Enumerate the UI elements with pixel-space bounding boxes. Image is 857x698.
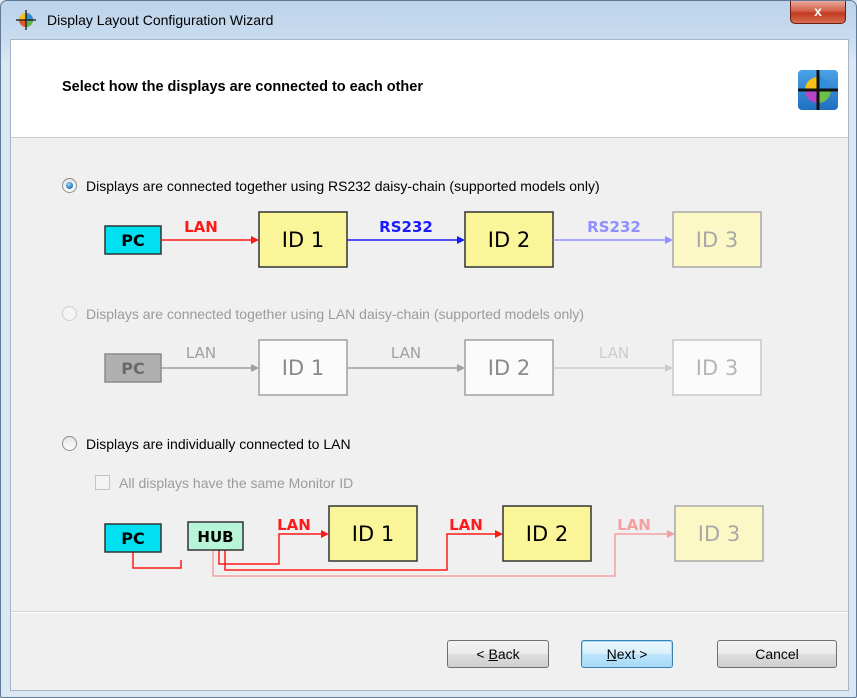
pc-label: PC xyxy=(121,231,144,250)
footer-divider-highlight xyxy=(11,612,848,613)
cancel-button-label: Cancel xyxy=(755,646,799,662)
radio-lan-daisy[interactable] xyxy=(62,306,77,321)
link-label: LAN xyxy=(184,218,218,236)
radio-individual-lan[interactable] xyxy=(62,436,77,451)
same-monitor-id-label: All displays have the same Monitor ID xyxy=(119,475,354,491)
diagram-individual-lan: PC HUB LAN ID 1 LAN ID 2 LAN ID 3 xyxy=(104,505,764,577)
cancel-button[interactable]: Cancel xyxy=(717,640,837,668)
display-label: ID 3 xyxy=(696,356,738,380)
display-label: ID 1 xyxy=(352,522,394,546)
link-label: RS232 xyxy=(587,218,641,236)
radio-rs232[interactable] xyxy=(62,178,77,193)
link-label: RS232 xyxy=(379,218,433,236)
same-monitor-id-checkbox[interactable] xyxy=(95,475,110,490)
pc-label: PC xyxy=(121,359,144,378)
close-icon: x xyxy=(814,3,822,19)
title-bar[interactable]: Display Layout Configuration Wizard x xyxy=(1,1,856,39)
pc-label: PC xyxy=(121,529,144,548)
option-lan-daisy-label: Displays are connected together using LA… xyxy=(86,306,585,322)
link-label: LAN xyxy=(617,516,651,534)
diagram-rs232: PC LAN ID 1 RS232 ID 2 RS232 ID 3 xyxy=(104,211,762,268)
app-icon xyxy=(16,10,36,30)
wizard-window: Display Layout Configuration Wizard x Se… xyxy=(0,0,857,698)
next-button-mnemonic: N xyxy=(606,646,617,662)
link-label: LAN xyxy=(391,344,421,362)
link-label: LAN xyxy=(186,344,216,362)
same-monitor-id-option[interactable]: All displays have the same Monitor ID xyxy=(95,475,353,491)
wizard-body: Select how the displays are connected to… xyxy=(10,39,849,691)
link-label: LAN xyxy=(449,516,483,534)
close-button[interactable]: x xyxy=(790,1,846,24)
option-rs232-label: Displays are connected together using RS… xyxy=(86,178,600,194)
display-label: ID 1 xyxy=(282,356,324,380)
back-button-prefix: < xyxy=(476,646,489,662)
back-button[interactable]: < Back xyxy=(447,640,549,668)
option-lan-daisy-chain[interactable]: Displays are connected together using LA… xyxy=(62,306,584,322)
back-button-mnemonic: B xyxy=(488,646,498,662)
display-label: ID 1 xyxy=(282,228,324,252)
page-title: Select how the displays are connected to… xyxy=(62,79,423,95)
next-button-label: ext > xyxy=(616,646,648,662)
option-individual-lan-label: Displays are individually connected to L… xyxy=(86,436,351,452)
color-wheel-icon xyxy=(798,70,838,110)
link-label: LAN xyxy=(599,344,629,362)
display-label: ID 3 xyxy=(696,228,738,252)
diagram-lan-daisy: PC LAN ID 1 LAN ID 2 LAN ID 3 xyxy=(104,339,762,396)
window-title: Display Layout Configuration Wizard xyxy=(47,12,274,28)
wizard-header: Select how the displays are connected to… xyxy=(11,40,848,138)
display-label: ID 2 xyxy=(526,522,568,546)
link-label: LAN xyxy=(277,516,311,534)
option-rs232-daisy-chain[interactable]: Displays are connected together using RS… xyxy=(62,178,600,194)
display-label: ID 2 xyxy=(488,228,530,252)
display-label: ID 2 xyxy=(488,356,530,380)
option-individual-lan[interactable]: Displays are individually connected to L… xyxy=(62,436,351,452)
hub-label: HUB xyxy=(197,528,233,546)
next-button[interactable]: Next > xyxy=(581,640,673,668)
display-label: ID 3 xyxy=(698,522,740,546)
back-button-label: ack xyxy=(497,646,520,662)
